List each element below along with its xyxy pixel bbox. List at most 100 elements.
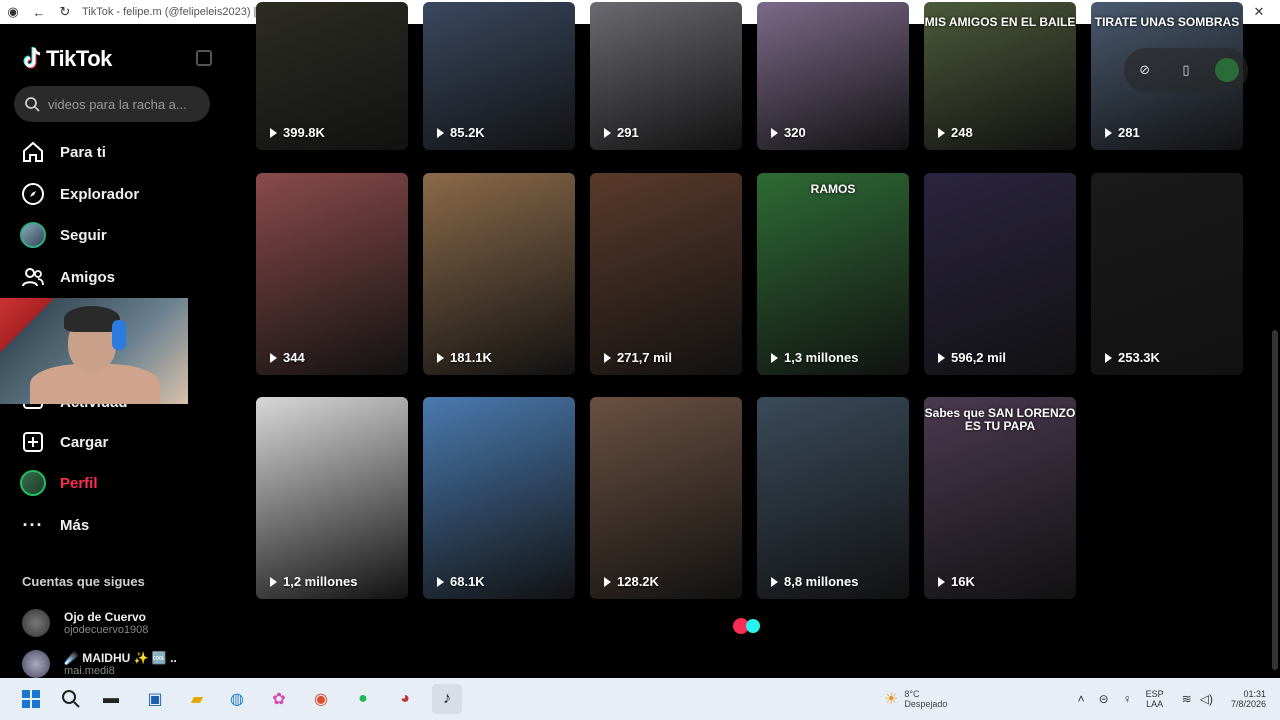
- obs-icon[interactable]: ◕: [390, 684, 420, 714]
- close-window-button[interactable]: ✕: [1238, 0, 1280, 24]
- video-card[interactable]: RAMOS 1,3 millones: [757, 173, 909, 375]
- video-card[interactable]: 320: [757, 2, 909, 150]
- view-count: 291: [604, 125, 639, 140]
- view-count: 281: [1105, 125, 1140, 140]
- view-count: 16K: [938, 574, 975, 589]
- video-card[interactable]: 128.2K: [590, 397, 742, 599]
- phone-icon[interactable]: ▯: [1174, 58, 1198, 82]
- compass-icon[interactable]: ⊘: [1133, 58, 1157, 82]
- nav-label: Perfil: [60, 474, 98, 492]
- view-count-label: 281: [1118, 125, 1140, 140]
- search-icon: [25, 97, 40, 112]
- view-count-label: 85.2K: [450, 125, 485, 140]
- nav-cargar[interactable]: Cargar: [20, 427, 210, 457]
- weather-widget[interactable]: ☀ 8°C Despejado: [884, 684, 947, 714]
- play-icon: [270, 127, 277, 138]
- chevron-up-icon[interactable]: ˄: [1078, 692, 1085, 706]
- video-card[interactable]: 85.2K: [423, 2, 575, 150]
- wifi-icon[interactable]: ≋: [1182, 692, 1192, 706]
- video-card[interactable]: 1,2 millones: [256, 397, 408, 599]
- view-count: 253.3K: [1105, 350, 1160, 365]
- video-card[interactable]: 68.1K: [423, 397, 575, 599]
- clock-time: 01:31: [1243, 689, 1266, 699]
- nav-perfil[interactable]: Perfil: [20, 468, 210, 498]
- video-card[interactable]: 181.1K: [423, 173, 575, 375]
- edge-icon[interactable]: ◍: [222, 684, 252, 714]
- play-icon: [437, 352, 444, 363]
- network-icon[interactable]: ⊝: [1099, 692, 1109, 706]
- view-count: 399.8K: [270, 125, 325, 140]
- video-card[interactable]: 291: [590, 2, 742, 150]
- play-icon: [604, 576, 611, 587]
- compass-icon: [20, 181, 46, 207]
- view-count: 68.1K: [437, 574, 485, 589]
- mic-icon[interactable]: ♀: [1123, 692, 1132, 706]
- weather-desc: Despejado: [904, 699, 948, 709]
- play-icon: [604, 127, 611, 138]
- video-card[interactable]: 596,2 mil: [924, 173, 1076, 375]
- tiktok-logo[interactable]: TikTok: [22, 44, 212, 74]
- nav-para-ti[interactable]: Para ti: [20, 137, 210, 167]
- search-icon[interactable]: [56, 684, 86, 714]
- upload-icon: [20, 429, 46, 455]
- nav-explorador[interactable]: Explorador: [20, 179, 210, 209]
- reload-button[interactable]: ↻: [52, 0, 78, 24]
- video-card[interactable]: 271,7 mil: [590, 173, 742, 375]
- task-view-icon[interactable]: ▬: [96, 684, 126, 714]
- view-count: 1,3 millones: [771, 350, 858, 365]
- view-count-label: 8,8 millones: [784, 574, 859, 589]
- taskbar: ▬ ▣ ▰ ◍ ✿ ◉ ● ◕ ♪ ☀ 8°C Despejado ˄ ⊝ ♀ …: [0, 678, 1280, 720]
- avatar[interactable]: [1215, 58, 1240, 82]
- account-name: ☄️ MAIDHU ✨ 🆒 ..: [64, 651, 177, 665]
- nav-label: Amigos: [60, 268, 116, 286]
- folder-icon[interactable]: ▰: [182, 684, 212, 714]
- chrome-icon[interactable]: ◉: [306, 684, 336, 714]
- collapse-sidebar-icon[interactable]: [196, 50, 212, 66]
- language-indicator[interactable]: ESP LAA: [1146, 689, 1164, 709]
- search-input[interactable]: [48, 96, 198, 112]
- account-handle: mai.medi8: [64, 665, 115, 677]
- video-overlay-text: Sabes que SAN LORENZO ES TU PAPA: [924, 406, 1076, 433]
- nav-mas[interactable]: ··· Más: [20, 510, 210, 540]
- scrollbar[interactable]: [1272, 330, 1278, 670]
- search-box[interactable]: [14, 86, 210, 122]
- volume-icon[interactable]: ◁): [1200, 692, 1213, 706]
- back-button[interactable]: ←: [26, 0, 52, 24]
- following-avatar-icon: [20, 222, 46, 248]
- video-card[interactable]: 344: [256, 173, 408, 375]
- windows-start-icon[interactable]: [16, 684, 46, 714]
- webcam-overlay: [0, 298, 188, 404]
- view-count-label: 320: [784, 125, 806, 140]
- play-icon: [771, 127, 778, 138]
- video-card[interactable]: 399.8K: [256, 2, 408, 150]
- video-card[interactable]: Sabes que SAN LORENZO ES TU PAPA 16K: [924, 397, 1076, 599]
- video-card[interactable]: MIS AMIGOS EN EL BAILE 248: [924, 2, 1076, 150]
- account-name: Ojo de Cuervo: [64, 610, 147, 624]
- clock[interactable]: 01:31 7/8/2026: [1231, 689, 1266, 709]
- spotify-icon[interactable]: ●: [348, 684, 378, 714]
- view-count-label: 344: [283, 350, 305, 365]
- view-count-label: 68.1K: [450, 574, 485, 589]
- view-count: 248: [938, 125, 973, 140]
- video-card[interactable]: 253.3K: [1091, 173, 1243, 375]
- video-card[interactable]: 8,8 millones: [757, 397, 909, 599]
- play-icon: [270, 576, 277, 587]
- copilot-icon[interactable]: ✿: [264, 684, 294, 714]
- play-icon: [938, 127, 945, 138]
- tiktok-taskbar-icon[interactable]: ♪: [432, 684, 462, 714]
- avatar: [22, 650, 50, 678]
- view-count: 8,8 millones: [771, 574, 858, 589]
- friends-icon: [20, 264, 46, 290]
- profile-avatar-icon: [20, 470, 46, 496]
- floating-controls: ⊘ ▯: [1124, 48, 1248, 92]
- nav-label: Explorador: [60, 185, 140, 203]
- store-icon[interactable]: ▣: [140, 684, 170, 714]
- nav-amigos[interactable]: Amigos: [20, 262, 210, 292]
- lang-code: ESP: [1145, 689, 1164, 699]
- nav-seguir[interactable]: Seguir: [20, 220, 210, 250]
- following-account[interactable]: ☄️ MAIDHU ✨ 🆒 .. mai.medi8: [22, 646, 177, 682]
- following-account[interactable]: Ojo de Cuervo ojodecuervo1908: [22, 605, 148, 641]
- nav-label: Más: [60, 516, 90, 534]
- tiktok-logo-icon: [23, 47, 41, 69]
- nav-label: Para ti: [60, 143, 106, 161]
